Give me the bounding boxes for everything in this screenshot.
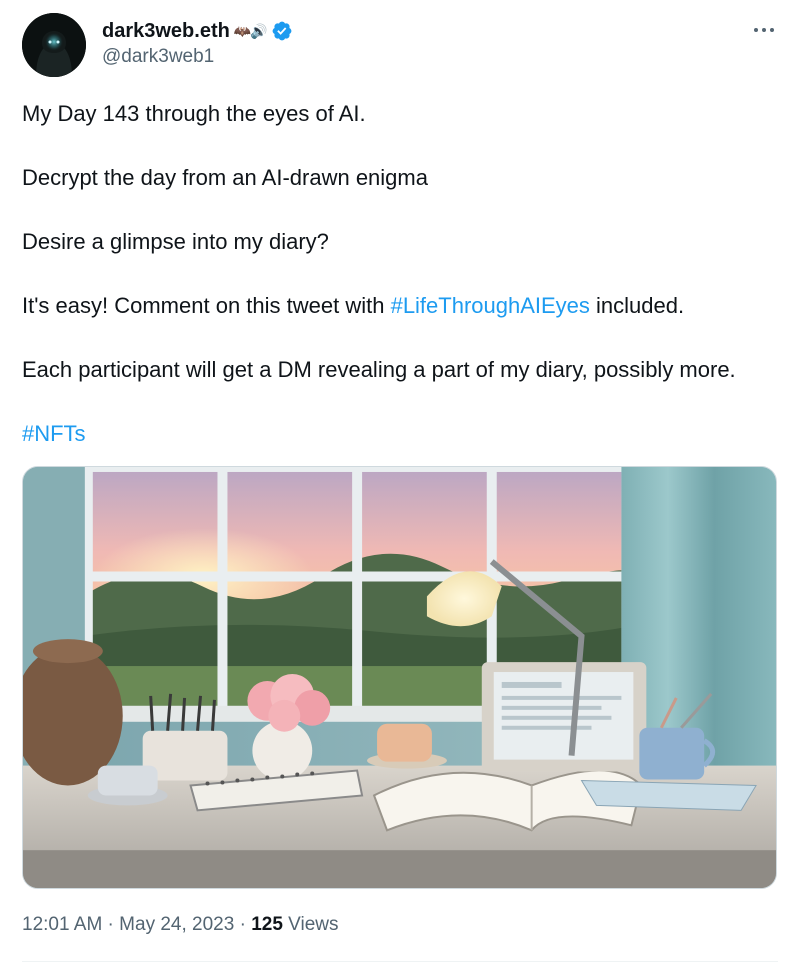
views-count: 125 bbox=[251, 914, 283, 935]
tweet-line: #NFTs bbox=[22, 418, 792, 450]
hashtag-link[interactable]: #NFTs bbox=[22, 421, 86, 446]
hashtag-link[interactable]: #LifeThroughAIEyes bbox=[391, 293, 590, 318]
tweet-date[interactable]: May 24, 2023 bbox=[119, 914, 234, 935]
verified-badge-icon[interactable] bbox=[271, 20, 293, 42]
tweet-text: My Day 143 through the eyes of AI. Decry… bbox=[22, 98, 792, 482]
meta-separator: · bbox=[234, 914, 252, 935]
tweet-line: My Day 143 through the eyes of AI. bbox=[22, 101, 366, 126]
tweet-text-segment: included. bbox=[589, 293, 685, 318]
tweet-line: It's easy! Comment on this tweet with #L… bbox=[22, 290, 792, 322]
author-display-name[interactable]: dark3web.eth bbox=[102, 18, 230, 44]
tweet-line: Each participant will get a DM revealing… bbox=[22, 357, 736, 382]
tweet-line: Desire a glimpse into my diary? bbox=[22, 229, 329, 254]
more-icon[interactable] bbox=[750, 16, 778, 44]
author-handle[interactable]: @dark3web1 bbox=[102, 45, 214, 69]
name-emoji: 🦇🔊 bbox=[233, 23, 268, 39]
tweet-time[interactable]: 12:01 AM bbox=[22, 914, 102, 935]
tweet-meta: 12:01 AM · May 24, 2023 · 125 Views bbox=[22, 913, 339, 937]
divider bbox=[22, 961, 778, 962]
views-label: Views bbox=[282, 914, 339, 935]
tweet-image[interactable] bbox=[22, 466, 777, 889]
tweet-text-segment: It's easy! Comment on this tweet with bbox=[22, 293, 391, 318]
author-name-row[interactable]: dark3web.eth 🦇🔊 bbox=[102, 18, 293, 44]
avatar[interactable] bbox=[22, 13, 86, 77]
tweet-line: Decrypt the day from an AI-drawn enigma bbox=[22, 165, 428, 190]
meta-separator: · bbox=[102, 914, 120, 935]
